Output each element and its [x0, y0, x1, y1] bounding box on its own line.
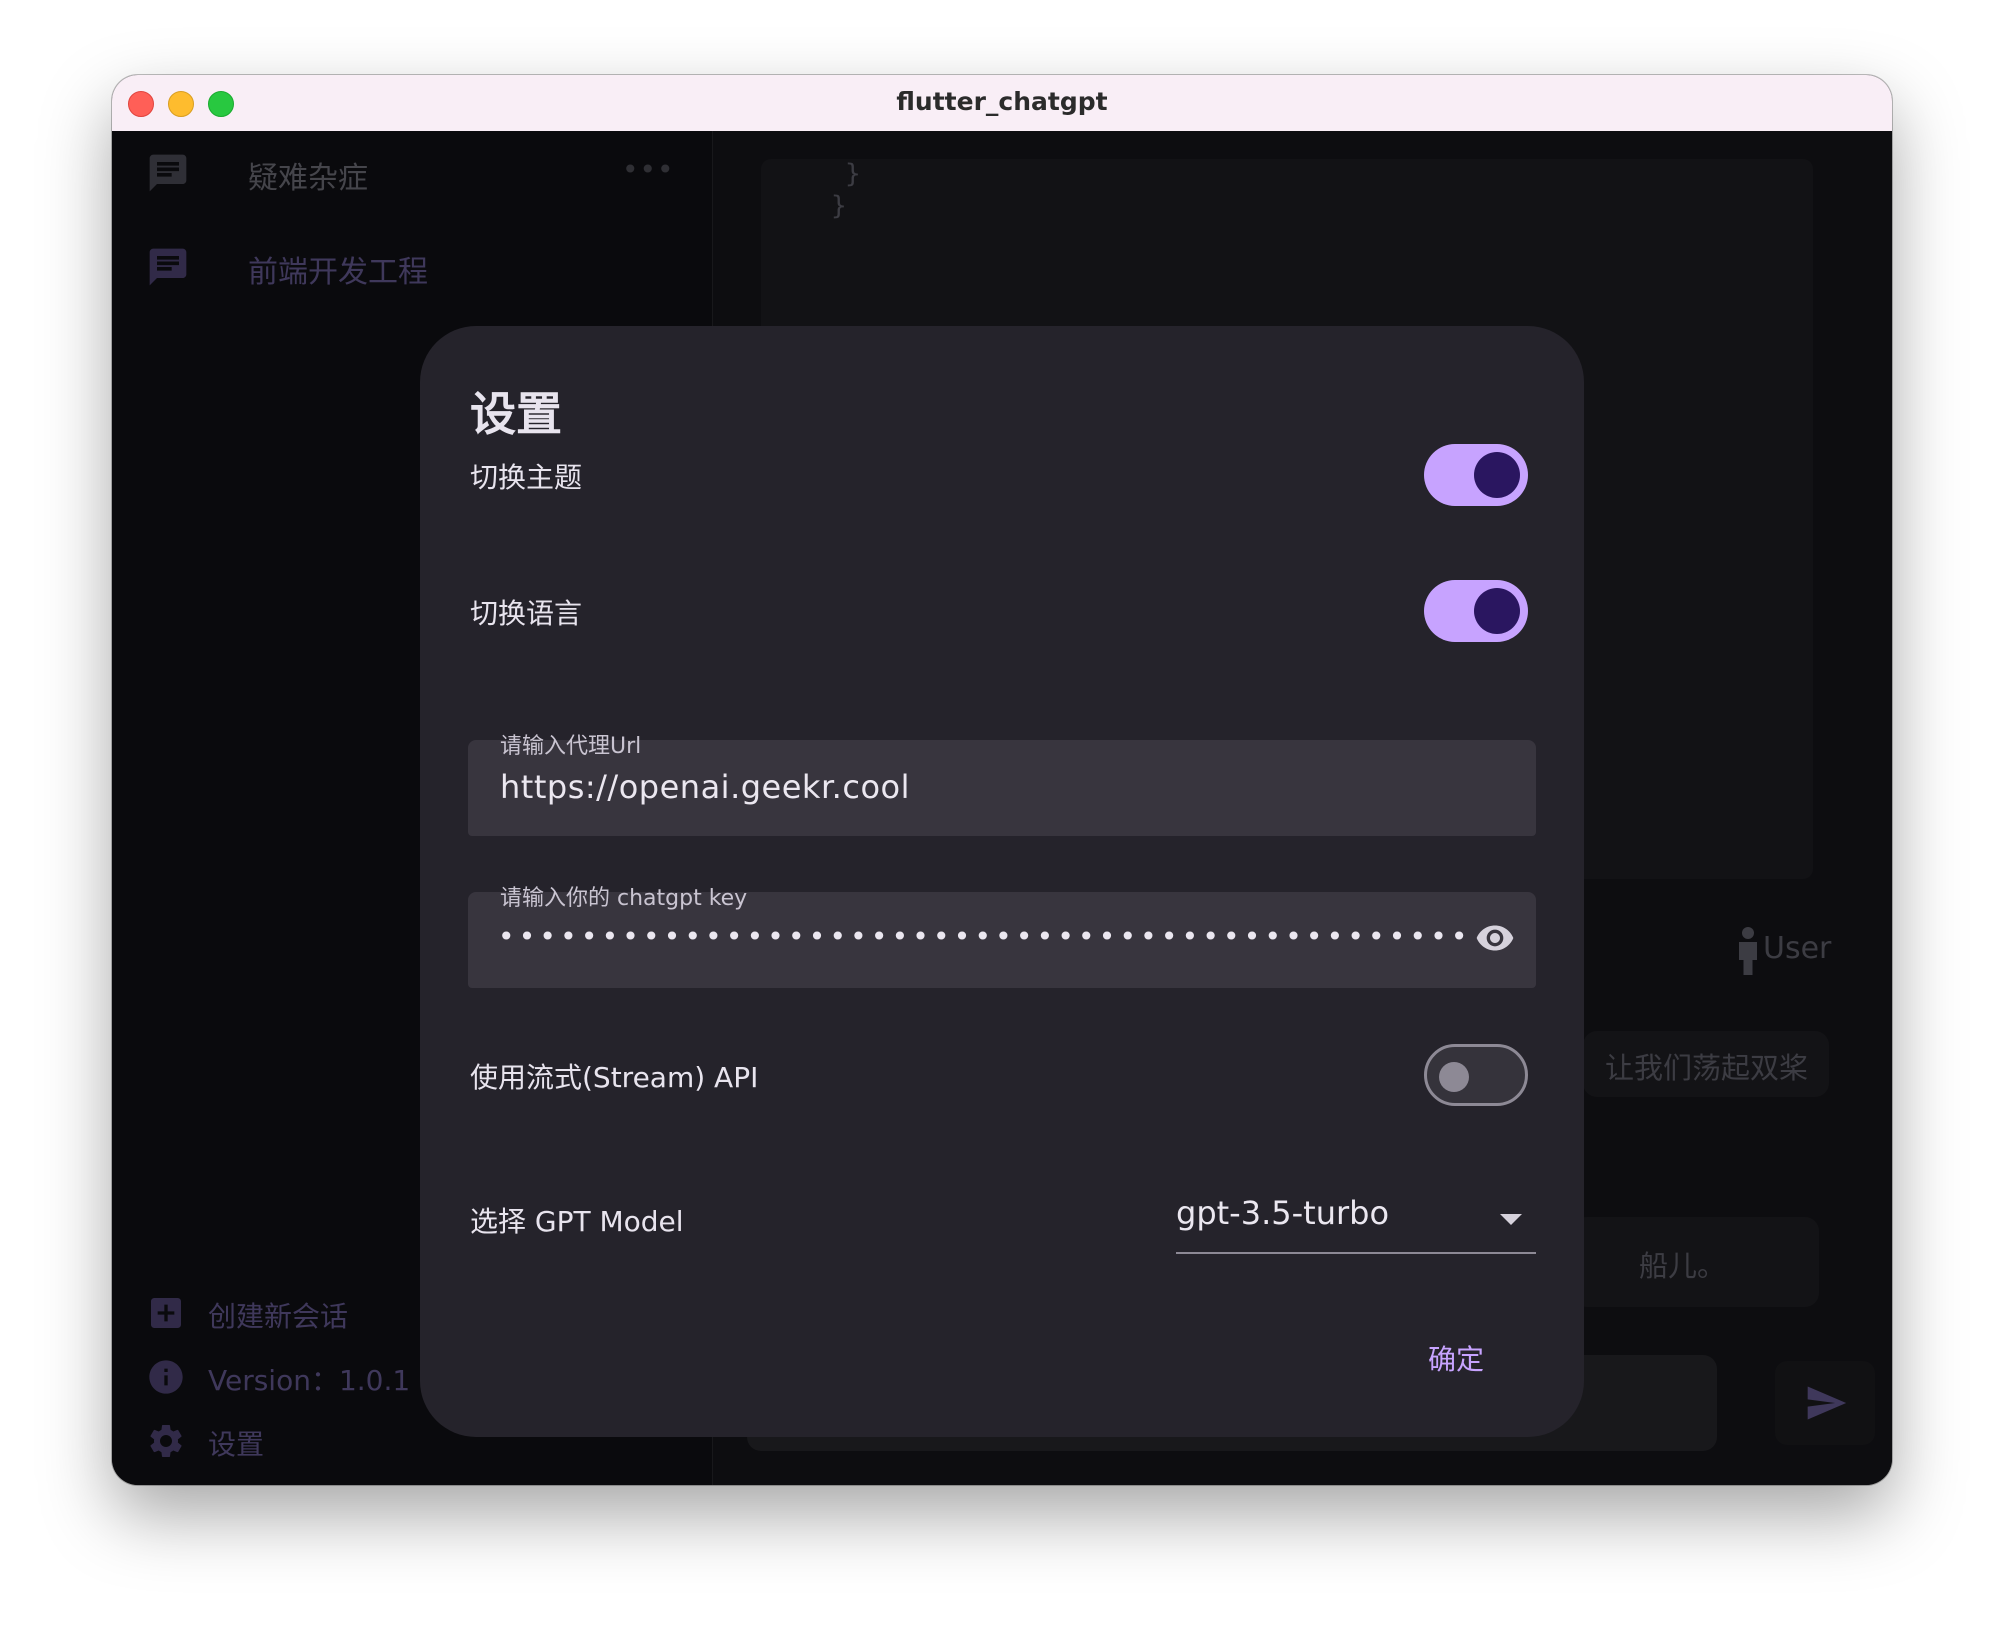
proxy-url-label: 请输入代理Url — [500, 734, 642, 759]
app-window: flutter_chatgpt 疑难杂症 ••• 前端开发工程 创建新会话 Ve… — [112, 75, 1892, 1485]
switch-thumb — [1474, 452, 1520, 498]
eye-icon[interactable] — [1472, 918, 1518, 958]
proxy-url-field[interactable]: 请输入代理Url https://openai.geekr.cool — [468, 734, 1536, 836]
model-select-label: 选择 GPT Model — [470, 1205, 684, 1238]
proxy-url-value[interactable]: https://openai.geekr.cool — [500, 768, 910, 806]
app-content: 疑难杂症 ••• 前端开发工程 创建新会话 Version：1.0.1 设置}… — [112, 131, 1892, 1485]
title-bar: flutter_chatgpt — [112, 75, 1892, 131]
confirm-button[interactable]: 确定 — [1428, 1338, 1484, 1378]
theme-toggle-label: 切换主题 — [470, 461, 583, 494]
dropdown-arrow-icon — [1500, 1214, 1522, 1225]
switch-thumb — [1439, 1062, 1469, 1092]
model-select-dropdown[interactable]: gpt-3.5-turbo — [1176, 1188, 1536, 1254]
dialog-title: 设置 — [470, 387, 562, 441]
switch-thumb — [1474, 588, 1520, 634]
settings-dialog: 设置 切换主题 切换语言 请输入代理Url https://openai.gee… — [420, 326, 1584, 1437]
language-toggle-switch[interactable] — [1424, 580, 1528, 642]
api-key-field[interactable]: 请输入你的 chatgpt key ••••••••••••••••••••••… — [468, 886, 1536, 988]
window-title: flutter_chatgpt — [896, 87, 1108, 116]
stream-toggle-switch[interactable] — [1424, 1044, 1528, 1106]
stream-toggle-label: 使用流式(Stream) API — [470, 1061, 759, 1094]
language-toggle-label: 切换语言 — [470, 597, 583, 630]
theme-toggle-switch[interactable] — [1424, 444, 1528, 506]
api-key-value[interactable]: ••••••••••••••••••••••••••••••••••••••••… — [498, 920, 1472, 953]
model-select-value: gpt-3.5-turbo — [1176, 1194, 1390, 1232]
api-key-label: 请输入你的 chatgpt key — [500, 886, 748, 911]
